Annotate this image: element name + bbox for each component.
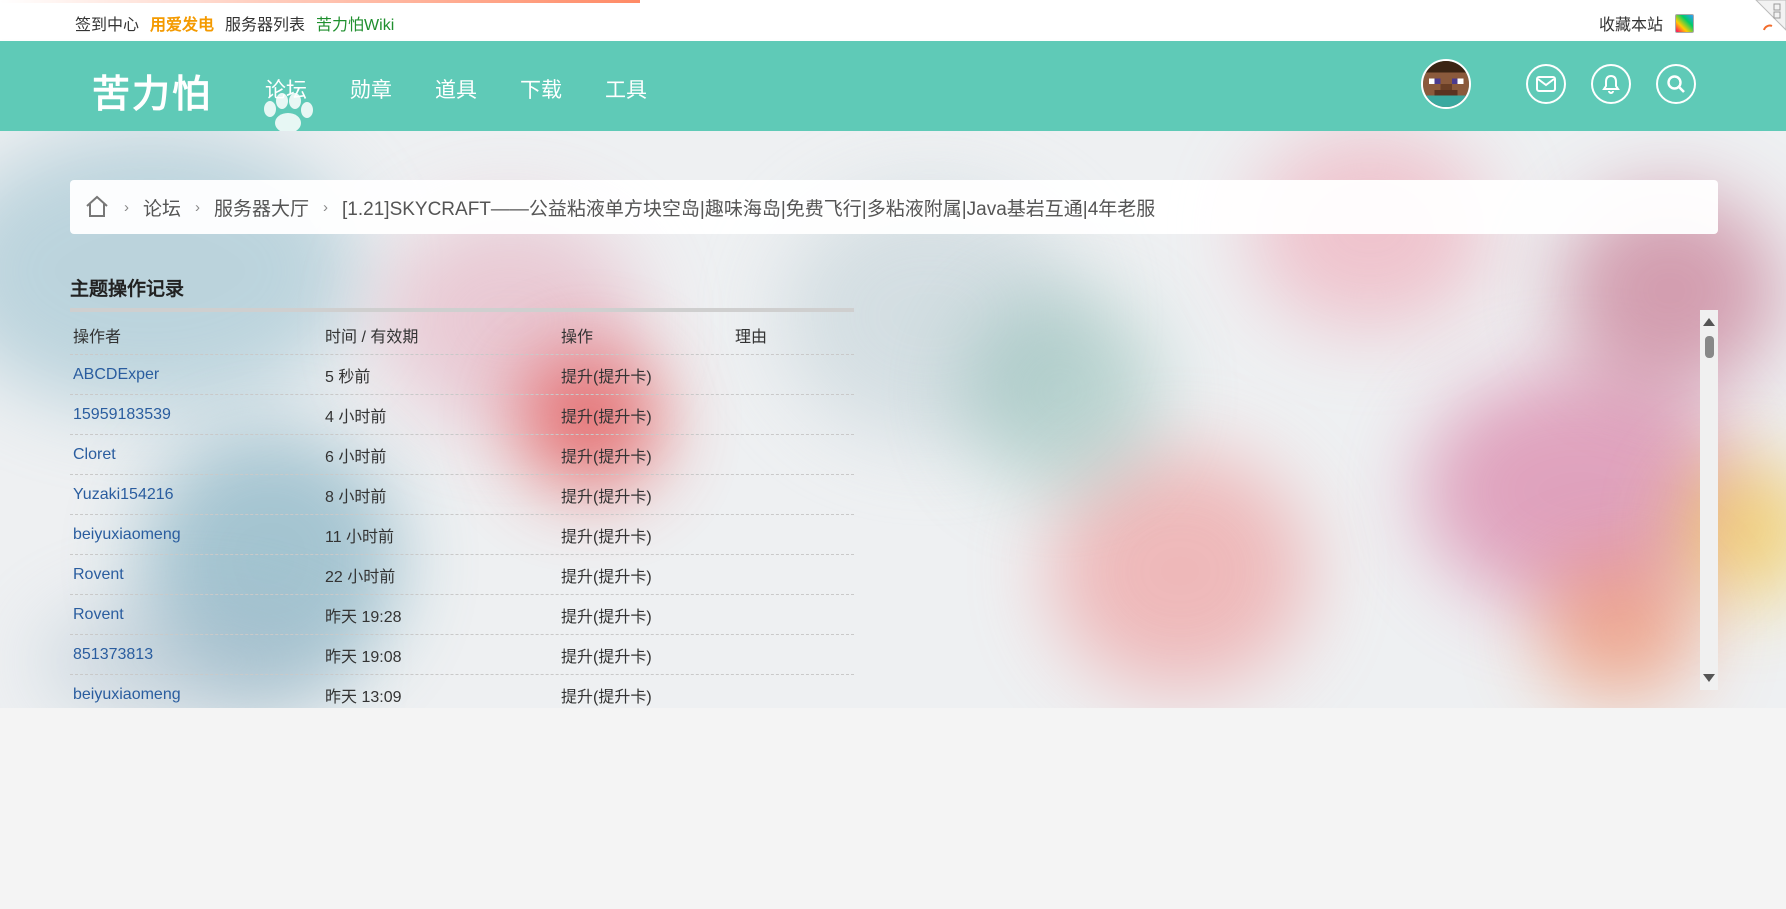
message-button[interactable]: [1526, 64, 1566, 104]
top-link-checkin[interactable]: 签到中心: [75, 11, 139, 35]
breadcrumb-separator: ›: [124, 198, 129, 216]
action-cell: 提升(提升卡): [561, 528, 652, 546]
table-row: 15959183539 4 小时前 提升(提升卡): [70, 395, 854, 435]
search-icon: [1667, 75, 1685, 93]
time-cell: 昨天 13:09: [325, 688, 402, 706]
section-title: 主题操作记录: [70, 279, 185, 300]
column-header-time: 时间 / 有效期: [325, 329, 419, 346]
time-cell: 22 小时前: [325, 568, 396, 586]
notification-button[interactable]: [1591, 64, 1631, 104]
table-body: ABCDExper 5 秒前 提升(提升卡) 15959183539 4 小时前 提升(提…: [70, 355, 854, 707]
breadcrumb-separator: ›: [323, 198, 329, 216]
user-avatar[interactable]: [1421, 59, 1471, 109]
section-divider: [70, 308, 854, 312]
column-header-operator: 操作者: [73, 329, 122, 346]
top-link-wiki[interactable]: 苦力怕Wiki: [316, 11, 394, 35]
bell-icon: [1602, 74, 1620, 94]
nav-tools[interactable]: 工具: [605, 74, 647, 104]
table-row: 851373813 昨天 19:08 提升(提升卡): [70, 635, 854, 675]
operator-link[interactable]: ABCDExper: [73, 366, 159, 383]
time-cell: 8 小时前: [325, 488, 387, 506]
page-load-progress: [0, 0, 640, 3]
header-icons: [1421, 59, 1696, 109]
action-cell: 提升(提升卡): [561, 688, 652, 706]
time-cell: 4 小时前: [325, 408, 387, 426]
nav-medals[interactable]: 勋章: [350, 74, 392, 104]
table-header: 操作者 时间 / 有效期 操作 理由: [70, 316, 854, 355]
table-row: ABCDExper 5 秒前 提升(提升卡): [70, 355, 854, 395]
breadcrumb-separator: ›: [195, 198, 201, 216]
column-header-action: 操作: [561, 329, 594, 346]
top-link-server-list[interactable]: 服务器列表: [225, 11, 305, 35]
scrollbar[interactable]: [1700, 310, 1718, 690]
action-cell: 提升(提升卡): [561, 488, 652, 506]
nav-items[interactable]: 道具: [435, 74, 477, 104]
home-icon[interactable]: [84, 195, 110, 219]
nav-downloads[interactable]: 下载: [520, 74, 562, 104]
time-cell: 昨天 19:28: [325, 608, 402, 626]
scroll-down-arrow-icon[interactable]: [1703, 674, 1715, 682]
time-cell: 6 小时前: [325, 448, 387, 466]
top-link-donate[interactable]: 用爱发电: [150, 11, 214, 35]
table-row: Cloret 6 小时前 提升(提升卡): [70, 435, 854, 475]
mail-icon: [1536, 76, 1556, 92]
log-table: 操作者 时间 / 有效期 操作 理由 ABCDExper 5 秒前 提升(提升卡) 1…: [70, 316, 854, 707]
action-cell: 提升(提升卡): [561, 648, 652, 666]
table-row: Rovent 22 小时前 提升(提升卡): [70, 555, 854, 595]
action-cell: 提升(提升卡): [561, 448, 652, 466]
theme-color-icon[interactable]: [1675, 13, 1694, 33]
search-button[interactable]: [1656, 64, 1696, 104]
table-row: beiyuxiaomeng 11 小时前 提升(提升卡): [70, 515, 854, 555]
operator-link[interactable]: beiyuxiaomeng: [73, 686, 181, 703]
main-header: 苦力怕 论坛 勋章 道具 下载 工具: [0, 41, 1786, 133]
breadcrumb-forum[interactable]: 论坛: [143, 194, 181, 221]
time-cell: 昨天 19:08: [325, 648, 402, 666]
operator-link[interactable]: Yuzaki154216: [73, 486, 174, 503]
operator-link[interactable]: Rovent: [73, 566, 124, 583]
breadcrumb-server-hall[interactable]: 服务器大厅: [214, 194, 309, 221]
top-bar: 签到中心 用爱发电 服务器列表 苦力怕Wiki 收藏本站: [0, 0, 1786, 42]
time-cell: 11 小时前: [325, 528, 395, 546]
top-links: 签到中心 用爱发电 服务器列表 苦力怕Wiki: [75, 11, 394, 35]
scroll-up-arrow-icon[interactable]: [1703, 318, 1715, 326]
column-header-reason: 理由: [735, 329, 768, 346]
table-row: Yuzaki154216 8 小时前 提升(提升卡): [70, 475, 854, 515]
top-right: 收藏本站: [1599, 11, 1694, 35]
table-row: Rovent 昨天 19:28 提升(提升卡): [70, 595, 854, 635]
operator-link[interactable]: beiyuxiaomeng: [73, 526, 181, 543]
action-cell: 提升(提升卡): [561, 408, 652, 426]
operator-link[interactable]: 851373813: [73, 646, 153, 663]
qrcode-corner-icon[interactable]: [1746, 0, 1786, 40]
time-cell: 5 秒前: [325, 368, 371, 386]
log-table-viewport: 操作者 时间 / 有效期 操作 理由 ABCDExper 5 秒前 提升(提升卡) 1…: [70, 316, 854, 707]
breadcrumb: › 论坛 › 服务器大厅 › [1.21]SKYCRAFT——公益粘液单方块空岛…: [70, 180, 1718, 234]
operator-link[interactable]: Rovent: [73, 606, 124, 623]
operator-link[interactable]: 15959183539: [73, 406, 171, 423]
breadcrumb-thread[interactable]: [1.21]SKYCRAFT——公益粘液单方块空岛|趣味海岛|免费飞行|多粘液附…: [342, 194, 1155, 221]
action-cell: 提升(提升卡): [561, 568, 652, 586]
scrollbar-thumb[interactable]: [1705, 336, 1714, 358]
action-cell: 提升(提升卡): [561, 608, 652, 626]
operator-link[interactable]: Cloret: [73, 446, 116, 463]
bookmark-link[interactable]: 收藏本站: [1599, 11, 1663, 35]
action-cell: 提升(提升卡): [561, 368, 652, 386]
site-logo[interactable]: 苦力怕: [92, 63, 212, 118]
table-row: beiyuxiaomeng 昨天 13:09 提升(提升卡): [70, 675, 854, 707]
main-nav: 论坛 勋章 道具 下载 工具: [265, 74, 647, 104]
paw-active-icon: [264, 93, 313, 133]
